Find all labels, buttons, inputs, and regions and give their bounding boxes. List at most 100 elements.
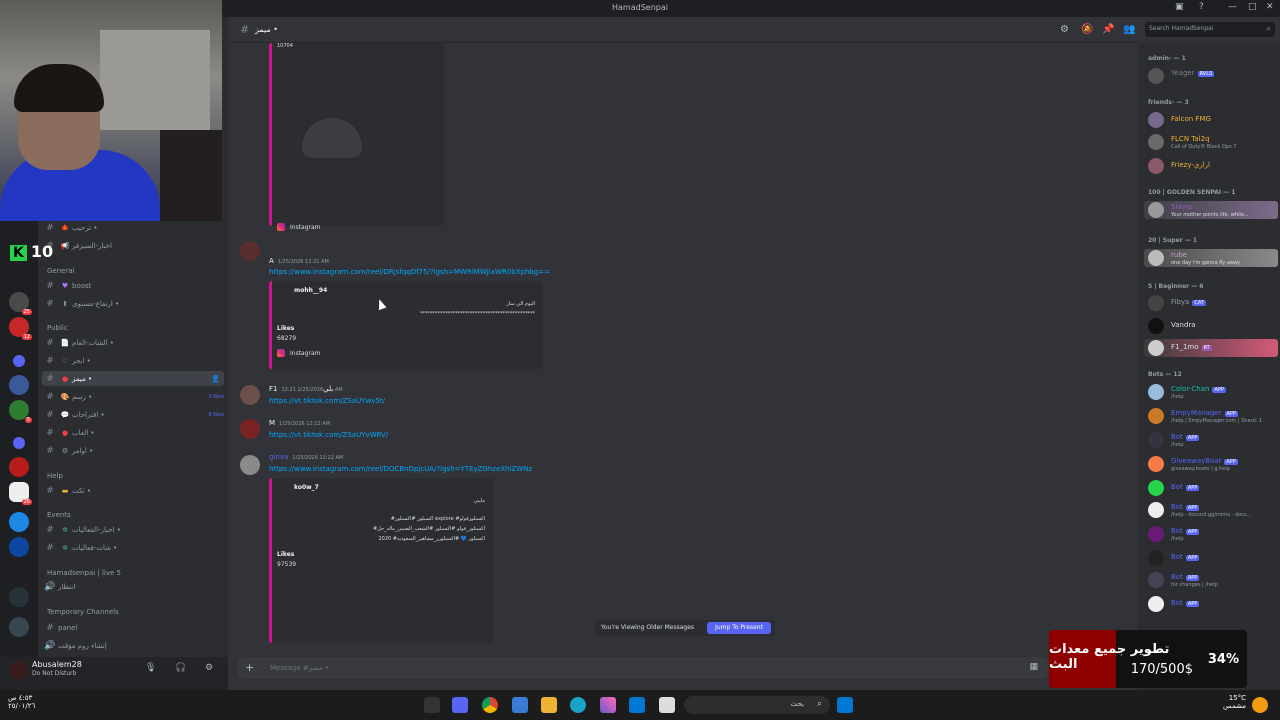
member-item[interactable]: Bot APP — [1144, 595, 1278, 613]
category-general[interactable]: General — [47, 267, 75, 275]
embed-author[interactable]: mohh__94 — [294, 287, 327, 294]
avatar[interactable] — [240, 455, 260, 475]
message-link[interactable]: https://www.instagram.com/reel/DRJsfqqDf… — [269, 268, 550, 276]
search-input[interactable]: Search HamadSenpai ⌕ — [1145, 22, 1275, 37]
category-public[interactable]: Public — [47, 324, 68, 332]
add-member-icon[interactable]: 👤 — [211, 375, 220, 383]
embed-author[interactable]: ko0w_7 — [294, 484, 319, 491]
channel-item[interactable]: # 🎨 رسم • 3 New — [42, 389, 224, 404]
members-icon[interactable]: 👥 — [1123, 24, 1135, 35]
server-icon[interactable]: 26 — [9, 482, 32, 505]
message-link[interactable]: https://vt.tiktok.com/ZSaUYwv5t/ — [269, 397, 385, 405]
discord-taskbar-icon[interactable] — [452, 697, 468, 713]
channel-item[interactable]: # 🍁 ترحيب • — [42, 220, 224, 235]
task-view-icon[interactable] — [659, 697, 675, 713]
minimize-icon[interactable]: — — [1228, 2, 1237, 12]
member-item[interactable]: Vandra — [1144, 317, 1278, 335]
threads-icon[interactable]: ⚙ — [1060, 24, 1069, 35]
outlook-taskbar-icon[interactable] — [629, 697, 645, 713]
server-icon[interactable] — [9, 457, 29, 477]
member-item[interactable]: FLCN Tal2q Call of Duty® Black Ops 7 — [1144, 133, 1278, 151]
message-author[interactable]: A — [269, 257, 274, 265]
message-link[interactable]: https://www.instagram.com/reel/DOCBnDpjc… — [269, 465, 532, 473]
member-item[interactable]: Color-Chan APP/help — [1144, 383, 1278, 401]
member-item[interactable]: Bot APP — [1144, 549, 1278, 567]
folder-icon[interactable] — [13, 437, 25, 449]
server-icon[interactable] — [9, 537, 29, 557]
folder-icon[interactable] — [13, 355, 25, 367]
channel-item[interactable]: # ● العاب • — [42, 425, 224, 440]
channel-item[interactable]: # ♥ boost — [42, 278, 224, 293]
message-input[interactable]: + Message #ميمز • ▦ — [238, 657, 1048, 679]
server-icon[interactable] — [9, 587, 29, 607]
message-link[interactable]: https://vt.tiktok.com/ZSaUYvWRV/ — [269, 431, 388, 439]
taskbar-app-icon[interactable] — [424, 697, 440, 713]
server-icon[interactable] — [9, 512, 29, 532]
member-item[interactable]: Bot APP for changes | /help — [1144, 571, 1278, 589]
weather-widget[interactable]: 15°C مشمس — [1222, 694, 1246, 710]
member-item[interactable]: Yeager RVLS — [1144, 67, 1278, 85]
voice-channel-item[interactable]: 🔊 انتظار — [42, 579, 224, 594]
avatar[interactable] — [240, 241, 260, 261]
server-icon[interactable] — [9, 617, 29, 637]
avatar[interactable] — [10, 661, 28, 679]
member-item[interactable]: rube one day i'm gonna fly away — [1144, 249, 1278, 267]
channel-item[interactable]: # ✲ شات-فعاليات • — [42, 540, 224, 555]
category-events[interactable]: Events — [47, 511, 71, 519]
member-item[interactable]: F1_1mo RT — [1144, 339, 1278, 357]
member-item[interactable]: EmpyManager APP/help | EmpyManager.com | … — [1144, 407, 1278, 425]
category-temporary[interactable]: Temporary Channels — [47, 608, 119, 616]
start-icon[interactable] — [837, 697, 853, 713]
close-icon[interactable]: ✕ — [1266, 2, 1274, 12]
add-attachment-icon[interactable]: + — [245, 661, 254, 674]
notifications-icon[interactable]: 🔕 — [1081, 24, 1093, 35]
channel-item[interactable]: # 💬 اقتراحات • 8 New — [42, 407, 224, 422]
server-icon[interactable]: 5 — [9, 400, 32, 423]
member-item[interactable]: Bot APP — [1144, 479, 1278, 497]
member-item[interactable]: Bot APP/help — [1144, 431, 1278, 449]
avatar[interactable] — [240, 419, 260, 439]
help-icon[interactable]: ? — [1199, 2, 1204, 12]
member-item[interactable]: Bot APP/help — [1144, 525, 1278, 543]
server-icon[interactable]: 25 — [9, 292, 32, 315]
microphone-icon[interactable]: 🎙 — [145, 663, 156, 673]
server-icon[interactable]: 12 — [9, 317, 32, 340]
inbox-icon[interactable]: ▣ — [1175, 2, 1184, 12]
channel-item[interactable]: # ✲ اخبار-الفعاليات • — [42, 522, 224, 537]
store-taskbar-icon[interactable] — [512, 697, 528, 713]
category-help[interactable]: Help — [47, 472, 63, 480]
channel-item[interactable]: # 📢 اخبار-السيرفر — [42, 238, 224, 253]
category-live[interactable]: Hamadsenpai | live 5 — [47, 569, 121, 577]
maximize-icon[interactable]: □ — [1248, 2, 1257, 12]
channel-item-active[interactable]: # ● ميمز • 👤 — [42, 371, 224, 386]
channel-item[interactable]: # ⚙ اوامر • — [42, 443, 224, 458]
app-launcher-icon[interactable]: ▦ — [1029, 662, 1038, 672]
message-author[interactable]: M — [269, 419, 275, 427]
channel-item[interactable]: # 📄 الشات-العام • — [42, 335, 224, 350]
file-explorer-icon[interactable] — [541, 697, 557, 713]
username[interactable]: Abusalem28 — [32, 660, 82, 669]
channel-item[interactable]: # ▬ تكت • — [42, 483, 224, 498]
member-item[interactable]: Slayer Your mother points life, while... — [1144, 201, 1278, 219]
jump-to-present-button[interactable]: Jump To Present — [707, 622, 771, 634]
message-author[interactable]: ginva — [269, 453, 288, 461]
channel-item[interactable]: # panel — [42, 620, 224, 635]
avatar[interactable] — [240, 385, 260, 405]
member-item[interactable]: Falcon FMG — [1144, 111, 1278, 129]
taskbar-search[interactable]: بحث ⌕ — [684, 696, 830, 714]
voice-channel-item[interactable]: 🔊 إنشاء روم مؤقت — [42, 638, 224, 653]
image-placeholder[interactable] — [302, 118, 362, 158]
member-item[interactable]: Friezy-ارازي — [1144, 157, 1278, 175]
server-icon[interactable] — [9, 375, 29, 395]
copilot-taskbar-icon[interactable] — [600, 697, 616, 713]
pin-icon[interactable]: 📌 — [1102, 24, 1114, 35]
member-item[interactable]: Fibya CAT — [1144, 294, 1278, 312]
headphones-icon[interactable]: 🎧 — [175, 663, 186, 673]
sun-icon[interactable] — [1252, 697, 1268, 713]
member-item[interactable]: Bot APP/help · discord.gg/mimu · docs... — [1144, 501, 1278, 519]
channel-item[interactable]: # ♡ ابحر • — [42, 353, 224, 368]
chrome-taskbar-icon[interactable] — [482, 697, 498, 713]
member-item[interactable]: GiveawayBoat APP giveaway.boats | g.help — [1144, 455, 1278, 473]
edge-taskbar-icon[interactable] — [570, 697, 586, 713]
settings-gear-icon[interactable]: ⚙ — [205, 663, 213, 673]
